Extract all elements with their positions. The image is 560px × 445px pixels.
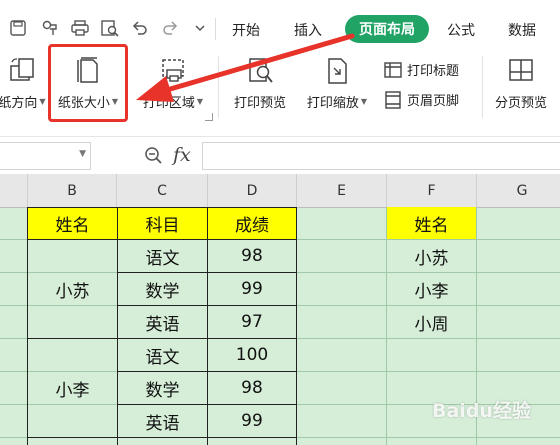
score-cell[interactable]: 99	[207, 272, 297, 306]
subject-cell[interactable]: 数学	[117, 371, 208, 405]
side-list-item[interactable]: 小苏	[387, 240, 476, 272]
page-break-preview-label: 分页预览	[494, 96, 547, 111]
baidu-watermark: Baidu经验	[432, 400, 531, 422]
header-cell-score[interactable]: 成绩	[207, 207, 297, 240]
subject-cell[interactable]: 语文	[117, 338, 208, 372]
score-cell[interactable]: 98	[207, 371, 297, 405]
column-header-b[interactable]: B	[28, 174, 117, 208]
formula-input[interactable]	[202, 142, 560, 170]
score-cell[interactable]: 97	[207, 305, 297, 339]
header-footer-button[interactable]: 页眉页脚	[383, 90, 459, 109]
column-header-g[interactable]: G	[477, 174, 560, 208]
orientation-label: 纸方向	[0, 96, 38, 111]
orientation-icon	[10, 58, 34, 81]
save-icon[interactable]	[8, 18, 28, 38]
side-list-item[interactable]: 小李	[387, 273, 476, 305]
subject-cell[interactable]: 语文	[117, 239, 208, 273]
table-row-partial	[117, 437, 208, 445]
dialog-launcher-icon[interactable]	[205, 113, 213, 121]
tab-formulas[interactable]: 公式	[447, 20, 475, 40]
pointer-arrow	[136, 33, 355, 102]
subject-cell[interactable]: 数学	[117, 272, 208, 306]
print-titles-button[interactable]: 打印标题	[383, 60, 459, 79]
table-row-partial	[27, 437, 118, 445]
merged-name-cell[interactable]: 小苏	[27, 239, 118, 339]
highlight-box	[48, 44, 128, 122]
side-list-header[interactable]: 姓名	[387, 207, 476, 239]
column-header-c[interactable]: C	[117, 174, 208, 208]
spreadsheet-grid[interactable]: B C D E F G 姓名 科目 成绩 小苏 语文 98 数学 99 英语 9…	[0, 174, 560, 445]
print-preview-quick-icon[interactable]	[100, 18, 120, 38]
caret-icon: ▼	[360, 97, 368, 106]
header-footer-icon	[385, 90, 401, 109]
orientation-button[interactable]: 纸方向 ▼	[0, 56, 50, 111]
zoom-function-icon[interactable]	[144, 146, 164, 170]
ribbon-separator	[482, 56, 483, 118]
print-icon[interactable]	[70, 18, 90, 38]
formula-bar: ▼ fx	[0, 136, 560, 175]
page-break-preview-icon	[509, 59, 533, 81]
name-box[interactable]: ▼	[0, 142, 91, 170]
tab-data[interactable]: 数据	[508, 20, 536, 40]
caret-icon: ▼	[39, 97, 46, 106]
score-cell[interactable]: 99	[207, 404, 297, 438]
subject-cell[interactable]: 英语	[117, 305, 208, 339]
column-header-d[interactable]: D	[208, 174, 297, 208]
merged-name-cell[interactable]: 小李	[27, 338, 118, 438]
header-cell-name[interactable]: 姓名	[27, 207, 118, 240]
column-header-e[interactable]: E	[297, 174, 387, 208]
score-cell[interactable]: 98	[207, 239, 297, 273]
table-row-partial	[207, 437, 297, 445]
print-titles-icon	[384, 61, 402, 78]
name-box-dropdown-icon[interactable]: ▼	[79, 149, 86, 159]
column-header-a[interactable]	[0, 174, 28, 208]
side-list-item[interactable]: 小周	[387, 306, 476, 338]
subject-cell[interactable]: 英语	[117, 404, 208, 438]
score-cell[interactable]: 100	[207, 338, 297, 372]
fx-label[interactable]: fx	[173, 144, 191, 166]
header-cell-subject[interactable]: 科目	[117, 207, 208, 240]
header-footer-label: 页眉页脚	[407, 94, 460, 109]
column-header-f[interactable]: F	[387, 174, 477, 208]
format-painter-icon[interactable]	[40, 18, 60, 38]
print-titles-label: 打印标题	[407, 64, 460, 79]
page-break-preview-button[interactable]: 分页预览	[488, 56, 554, 111]
